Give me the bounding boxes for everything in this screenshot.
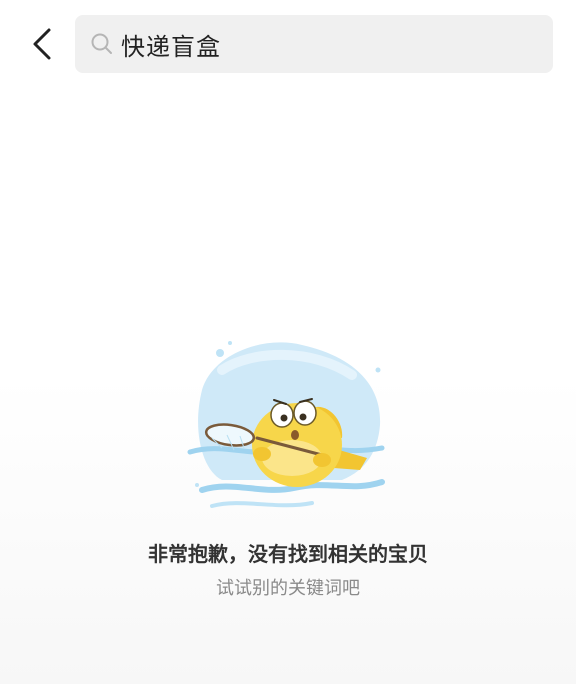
search-icon <box>89 31 115 57</box>
fish-with-net-illustration <box>182 330 392 520</box>
search-header: 快递盲盒 <box>0 0 576 90</box>
search-input[interactable]: 快递盲盒 <box>75 15 553 73</box>
back-button[interactable] <box>22 22 62 66</box>
empty-result-subtitle: 试试别的关键词吧 <box>216 578 360 599</box>
chevron-left-icon <box>33 28 51 60</box>
search-query-text[interactable]: 快递盲盒 <box>121 27 221 62</box>
empty-result-title: 非常抱歉，没有找到相关的宝贝 <box>148 542 428 566</box>
